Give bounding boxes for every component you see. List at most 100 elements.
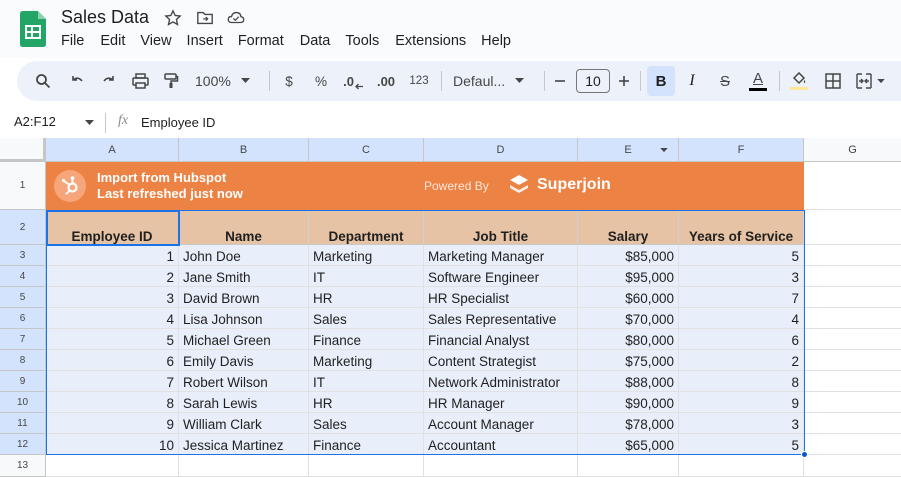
cell-department[interactable]: Marketing	[309, 245, 424, 266]
cell-salary[interactable]: $70,000	[578, 308, 679, 329]
cell-job-title[interactable]: Sales Representative	[424, 308, 578, 329]
cell-salary[interactable]: $95,000	[578, 266, 679, 287]
cell-job-title[interactable]: Marketing Manager	[424, 245, 578, 266]
cell-name[interactable]: William Clark	[179, 413, 309, 434]
cell-years-of-service[interactable]: 8	[679, 371, 804, 392]
cell-department[interactable]: Sales	[309, 413, 424, 434]
cell-years-of-service[interactable]: 3	[679, 266, 804, 287]
cell-employee-id[interactable]: 3	[46, 287, 179, 308]
cell-department[interactable]: Finance	[309, 329, 424, 350]
cell-g10[interactable]	[804, 392, 901, 413]
cell-years-of-service[interactable]: 5	[679, 245, 804, 266]
move-to-folder-icon[interactable]	[196, 9, 214, 27]
cell-salary[interactable]: $88,000	[578, 371, 679, 392]
cell-e13[interactable]	[578, 455, 679, 477]
undo-icon[interactable]	[65, 61, 89, 101]
fill-handle[interactable]	[801, 451, 808, 458]
row-header-3[interactable]: 3	[0, 245, 46, 266]
cell-salary[interactable]: $60,000	[578, 287, 679, 308]
cell-years-of-service[interactable]: 7	[679, 287, 804, 308]
cell-job-title[interactable]: Software Engineer	[424, 266, 578, 287]
column-header-a[interactable]: A	[46, 138, 179, 162]
header-cell-years-of-service[interactable]: Years of Service	[679, 210, 804, 245]
cell-name[interactable]: David Brown	[179, 287, 309, 308]
row-header-2[interactable]: 2	[0, 210, 46, 245]
cell-employee-id[interactable]: 2	[46, 266, 179, 287]
cell-job-title[interactable]: Content Strategist	[424, 350, 578, 371]
print-icon[interactable]	[128, 61, 152, 101]
menu-insert[interactable]: Insert	[187, 33, 223, 51]
zoom-select[interactable]: 100%	[195, 61, 257, 101]
borders-icon[interactable]	[821, 61, 845, 101]
row-header-10[interactable]: 10	[0, 392, 46, 413]
row-header-7[interactable]: 7	[0, 329, 46, 350]
menu-edit[interactable]: Edit	[100, 33, 125, 51]
cell-job-title[interactable]: Financial Analyst	[424, 329, 578, 350]
header-cell-department[interactable]: Department	[309, 210, 424, 245]
cell-years-of-service[interactable]: 3	[679, 413, 804, 434]
cell-g8[interactable]	[804, 350, 901, 371]
cell-g3[interactable]	[804, 245, 901, 266]
cell-name[interactable]: Emily Davis	[179, 350, 309, 371]
row-header-6[interactable]: 6	[0, 308, 46, 329]
cell-g9[interactable]	[804, 371, 901, 392]
cell-department[interactable]: IT	[309, 266, 424, 287]
more-formats-button[interactable]: 123	[407, 61, 431, 101]
chevron-down-icon[interactable]	[85, 120, 94, 126]
cell-job-title[interactable]: HR Manager	[424, 392, 578, 413]
cell-salary[interactable]: $85,000	[578, 245, 679, 266]
document-title[interactable]: Sales Data	[61, 7, 149, 28]
cell-years-of-service[interactable]: 9	[679, 392, 804, 413]
formula-input[interactable]: Employee ID	[141, 115, 215, 130]
cell-job-title[interactable]: Accountant	[424, 434, 578, 455]
cell-salary[interactable]: $78,000	[578, 413, 679, 434]
decrease-decimal-button[interactable]: .0	[341, 61, 365, 101]
row-header-9[interactable]: 9	[0, 371, 46, 392]
search-menus-icon[interactable]	[31, 61, 55, 101]
star-icon[interactable]	[164, 9, 182, 27]
cell-g4[interactable]	[804, 266, 901, 287]
menu-tools[interactable]: Tools	[345, 33, 379, 51]
cell-department[interactable]: HR	[309, 287, 424, 308]
cell-g13[interactable]	[804, 455, 901, 477]
filter-dropdown-icon[interactable]	[660, 148, 668, 153]
cell-years-of-service[interactable]: 5	[679, 434, 804, 455]
cell-employee-id[interactable]: 1	[46, 245, 179, 266]
cell-salary[interactable]: $65,000	[578, 434, 679, 455]
cell-years-of-service[interactable]: 6	[679, 329, 804, 350]
cell-g5[interactable]	[804, 287, 901, 308]
row-header-11[interactable]: 11	[0, 413, 46, 434]
row-header-4[interactable]: 4	[0, 266, 46, 287]
menu-data[interactable]: Data	[300, 33, 331, 51]
cell-employee-id[interactable]: 4	[46, 308, 179, 329]
font-select[interactable]: Defaul...	[453, 61, 533, 101]
cell-g7[interactable]	[804, 329, 901, 350]
cell-employee-id[interactable]: 7	[46, 371, 179, 392]
cell-name[interactable]: Robert Wilson	[179, 371, 309, 392]
cell-name[interactable]: Michael Green	[179, 329, 309, 350]
strikethrough-button[interactable]: S	[713, 61, 737, 101]
bold-button[interactable]: B	[647, 66, 675, 96]
cell-department[interactable]: HR	[309, 392, 424, 413]
menu-help[interactable]: Help	[481, 33, 511, 51]
row-header-5[interactable]: 5	[0, 287, 46, 308]
row-header-8[interactable]: 8	[0, 350, 46, 371]
text-color-button[interactable]: A	[746, 61, 770, 101]
column-header-f[interactable]: F	[679, 138, 804, 162]
menu-extensions[interactable]: Extensions	[395, 33, 466, 51]
cell-name[interactable]: Sarah Lewis	[179, 392, 309, 413]
select-all-corner[interactable]	[0, 138, 46, 162]
cell-g1[interactable]	[804, 162, 901, 210]
cell-employee-id[interactable]: 6	[46, 350, 179, 371]
cell-f13[interactable]	[679, 455, 804, 477]
cell-name[interactable]: John Doe	[179, 245, 309, 266]
column-header-b[interactable]: B	[179, 138, 309, 162]
cell-job-title[interactable]: HR Specialist	[424, 287, 578, 308]
cell-a13[interactable]	[46, 455, 179, 477]
increase-font-size-button[interactable]	[615, 61, 633, 101]
menu-view[interactable]: View	[140, 33, 171, 51]
cell-years-of-service[interactable]: 2	[679, 350, 804, 371]
cell-department[interactable]: Marketing	[309, 350, 424, 371]
spreadsheet-grid[interactable]: A B C D E F G 1 2 3 4 5 6 7 8 9 10 11 12…	[0, 138, 901, 477]
cell-employee-id[interactable]: 8	[46, 392, 179, 413]
